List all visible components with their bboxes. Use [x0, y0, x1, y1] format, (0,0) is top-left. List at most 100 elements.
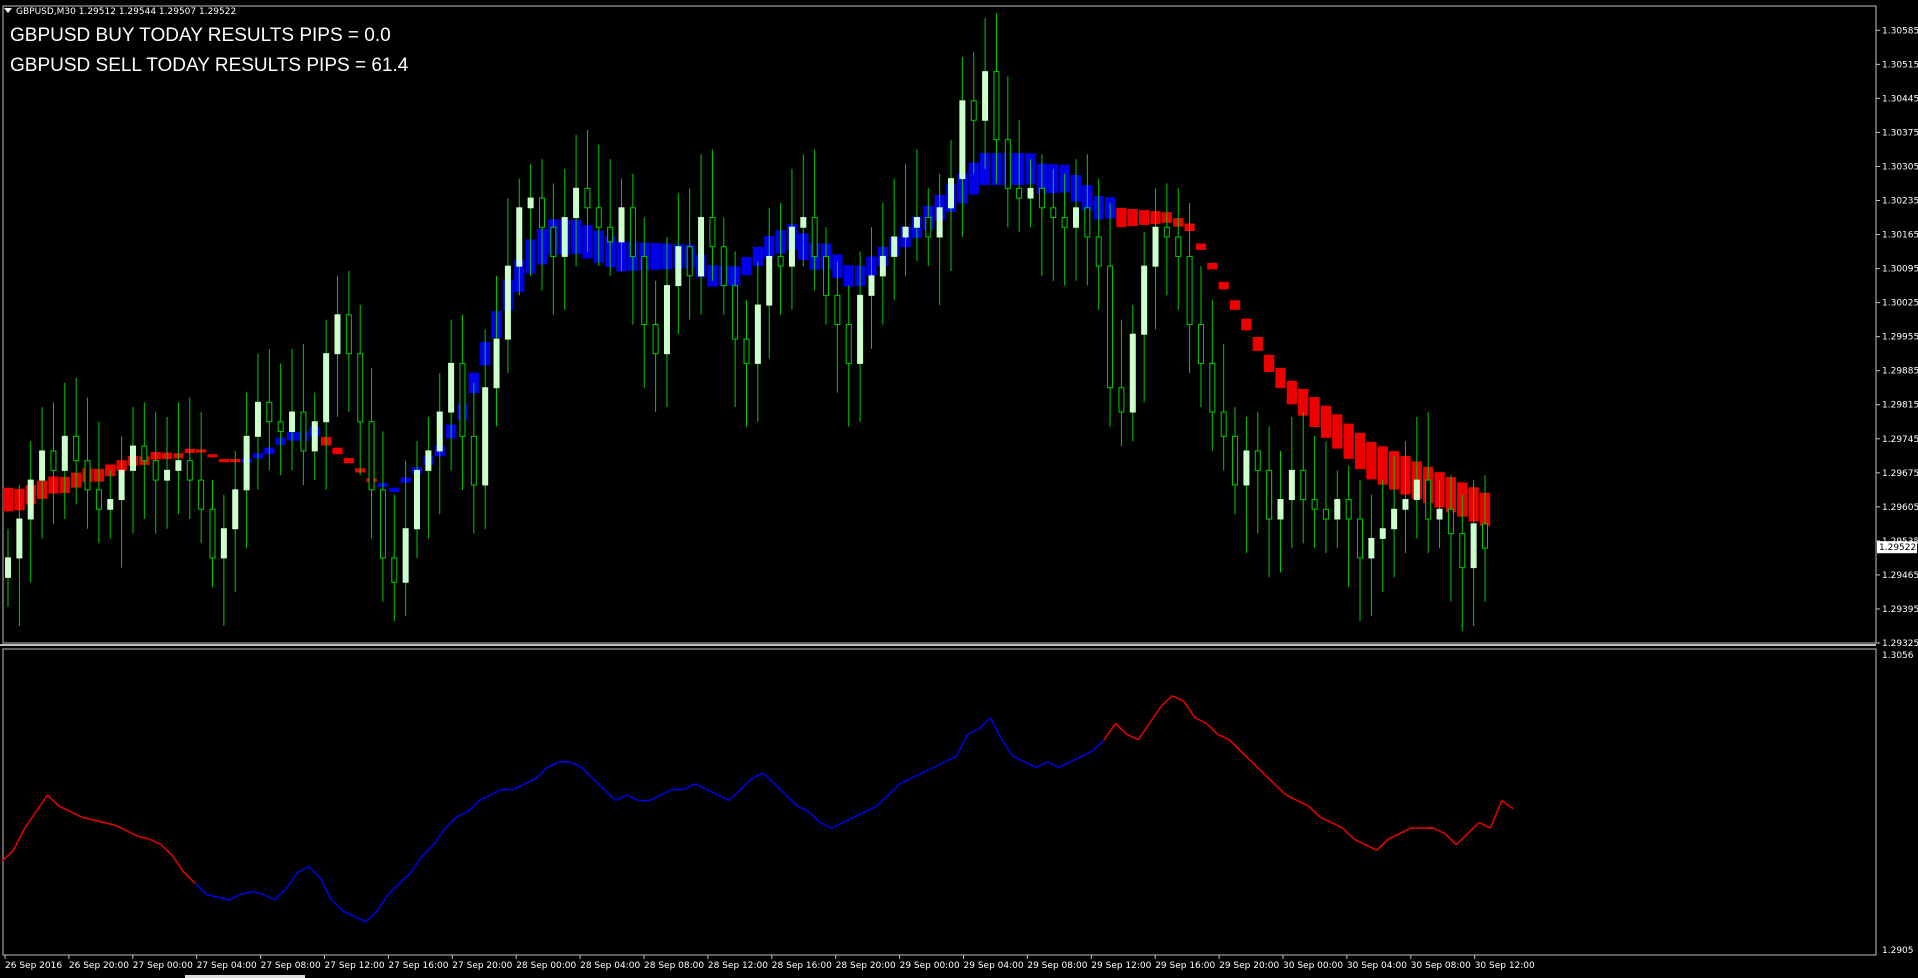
indicator-segment: [297, 866, 310, 873]
candle-body: [800, 217, 807, 228]
candle-body: [663, 285, 670, 355]
candle-body: [448, 362, 455, 413]
candle-body: [254, 401, 261, 437]
candle-body: [1311, 499, 1318, 510]
indicator-segment: [1489, 800, 1503, 829]
ribbon-bar: [1275, 367, 1286, 389]
indicator-segment: [1399, 827, 1412, 835]
ribbon-bar: [1218, 281, 1229, 290]
candle-body: [1243, 450, 1250, 486]
indicator-segment: [160, 844, 173, 857]
candle-body: [607, 226, 614, 243]
ribbon-bar: [1309, 397, 1320, 428]
indicator-segment: [1433, 827, 1446, 835]
candle-body: [584, 187, 591, 209]
candle-body: [675, 246, 682, 287]
indicator-segment: [1171, 694, 1184, 702]
candle-body: [641, 255, 648, 326]
candle-body: [1050, 207, 1057, 219]
indicator-segment: [1478, 821, 1491, 829]
indicator-segment: [1137, 722, 1151, 741]
indicator-segment: [444, 816, 457, 829]
indicator-segment: [1217, 733, 1230, 741]
indicator-segment: [819, 821, 832, 829]
time-axis-label: 28 Sep 08:00: [644, 961, 704, 971]
candle-body: [913, 217, 920, 228]
indicator-segment: [1455, 833, 1469, 846]
candle-body: [698, 217, 705, 277]
indicator-segment: [399, 871, 412, 884]
indicator-segment: [1239, 750, 1253, 763]
price-axis-label: 1.30095: [1882, 265, 1918, 275]
indicator-segment: [694, 783, 707, 791]
indicator-segment: [978, 717, 991, 730]
indicator-segment: [262, 893, 276, 901]
candle-body: [993, 71, 1000, 141]
time-axis-label: 28 Sep 12:00: [708, 961, 768, 971]
indicator-segment: [1273, 783, 1287, 796]
chart-window[interactable]: 1.30585 1.30515 1.30445 1.30375 1.30305 1.302…: [0, 0, 1918, 978]
candle-body: [61, 435, 68, 471]
indicator-segment: [1251, 761, 1264, 774]
candle-body: [186, 460, 193, 481]
indicator-segment: [1, 849, 14, 862]
chart-canvas[interactable]: 1.30585 1.30515 1.30445 1.30375 1.30305 1.302…: [0, 0, 1918, 978]
candle-body: [788, 226, 795, 267]
indicator-segment: [58, 805, 71, 813]
candle-body: [73, 435, 80, 462]
candle-body: [1209, 362, 1216, 413]
time-axis-label: 29 Sep 16:00: [1155, 961, 1215, 971]
candle-body: [300, 411, 307, 452]
candle-body: [1152, 226, 1159, 267]
indicator-segment: [1342, 827, 1355, 840]
candle-body: [777, 255, 784, 267]
candle-body: [1447, 508, 1454, 535]
indicator-segment: [1114, 722, 1128, 735]
time-axis-label: 29 Sep 00:00: [900, 961, 960, 971]
price-axis-label: 1.29325: [1882, 639, 1918, 649]
time-axis-label: 30 Sep 00:00: [1283, 961, 1343, 971]
indicator-segment: [149, 838, 162, 846]
price-axis-label: 1.30445: [1882, 94, 1918, 104]
candle-body: [1379, 528, 1386, 539]
candle-body: [948, 178, 955, 209]
candle-body: [652, 324, 659, 355]
price-axis-label: 1.30375: [1882, 128, 1918, 138]
ribbon-bar: [207, 454, 218, 458]
main-chart-frame: [2, 5, 1877, 644]
indicator-segment: [842, 816, 855, 824]
candle-body: [550, 226, 557, 257]
ribbon-bar: [389, 487, 400, 492]
indicator-segment: [512, 783, 525, 791]
candle-body: [357, 353, 364, 423]
indicator-segment: [387, 882, 401, 895]
indicator-segment: [1058, 761, 1071, 769]
indicator-segment: [649, 794, 662, 802]
indicator-segment: [365, 910, 378, 923]
candle-body: [1368, 537, 1375, 559]
candle-body: [1334, 499, 1341, 520]
candle-body: [1129, 333, 1136, 413]
candle-body: [879, 255, 886, 277]
price-axis-label: 1.29395: [1882, 605, 1918, 615]
indicator-segment: [319, 877, 333, 901]
indicator-segment: [808, 811, 821, 824]
indicator-segment: [92, 819, 105, 824]
indicator-segment: [1467, 822, 1480, 835]
ribbon-bar: [1207, 262, 1218, 270]
candle-body: [425, 450, 432, 471]
indicator-segment: [104, 821, 116, 827]
candle-body: [379, 489, 386, 559]
indicator-segment: [69, 810, 82, 818]
indicator-segment: [865, 805, 878, 813]
time-axis-label: 30 Sep 12:00: [1475, 961, 1535, 971]
indicator-segment: [251, 890, 264, 896]
candle-body: [527, 197, 534, 209]
candle-body: [1345, 499, 1352, 520]
indicator-segment: [330, 899, 344, 912]
dropdown-arrow-icon[interactable]: [4, 8, 12, 13]
time-axis-label: 26 Sep 20:00: [69, 961, 129, 971]
indicator-segment: [1330, 821, 1343, 829]
indicator-segment: [887, 783, 901, 796]
candle-body: [925, 217, 932, 238]
